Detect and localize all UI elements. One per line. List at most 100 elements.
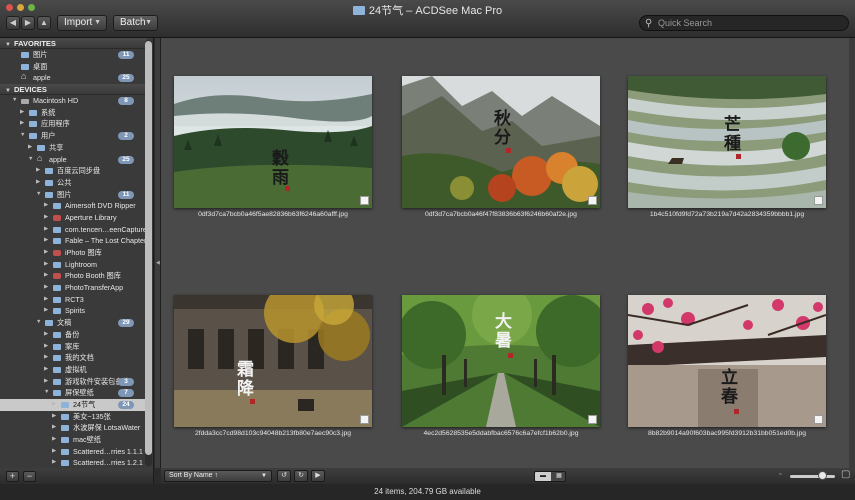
sidebar-item[interactable]: ▶ Lightroom [0,259,147,271]
checkbox-icon[interactable] [814,415,823,424]
disclosure-open-icon[interactable]: ▼ [28,154,33,166]
checkbox-icon[interactable] [588,415,597,424]
rotate-right-button[interactable]: ↻ [294,470,308,482]
disclosure-closed-icon[interactable]: ▶ [52,411,56,423]
disclosure-closed-icon[interactable]: ▶ [44,352,48,364]
checkbox-icon[interactable] [360,196,369,205]
disclosure-closed-icon[interactable]: ▶ [44,364,48,376]
zoom-slider[interactable] [790,475,835,478]
batch-button[interactable]: Batch ▼ [113,15,158,31]
sidebar-item[interactable]: ▶ PhotoTransferApp [0,282,147,294]
disclosure-closed-icon[interactable]: ▶ [44,294,48,306]
zoom-slider-knob[interactable] [818,471,828,480]
sidebar-item[interactable]: ▶ Scattered…rries 1.1.1 [0,446,147,458]
sidebar-item[interactable]: ▶ Aperture Library [0,212,147,224]
quick-search-input[interactable]: ⚲ Quick Search [639,15,849,31]
remove-button[interactable]: − [23,471,36,482]
sidebar-item[interactable]: ▼ 屏保壁纸 7 [0,387,147,399]
rotate-left-button[interactable]: ↺ [277,470,291,482]
favorites-section-header[interactable]: ▼ FAVORITES [0,38,147,49]
sidebar-item[interactable]: 图片 11 [0,49,147,61]
disclosure-closed-icon[interactable]: ▶ [52,446,56,458]
sidebar-item[interactable]: ▶ 共享 [0,142,147,154]
thumbnail-4[interactable]: 霜降 [174,295,372,427]
disclosure-closed-icon[interactable]: ▶ [44,200,48,212]
sidebar-item[interactable]: ▶ Photo Booth 图库 [0,270,147,282]
disclosure-closed-icon[interactable]: ▶ [44,329,48,341]
disclosure-open-icon[interactable]: ▼ [36,189,41,201]
sidebar-item[interactable]: ▶ 百度云同步盘 [0,165,147,177]
disclosure-closed-icon[interactable]: ▶ [44,235,48,247]
thumbnail-6[interactable]: 立春 [628,295,826,427]
sidebar-item[interactable]: 桌面 [0,61,147,73]
disclosure-closed-icon[interactable]: ▶ [44,376,48,388]
add-button[interactable]: + [6,471,19,482]
disclosure-closed-icon[interactable]: ▶ [44,270,48,282]
disclosure-closed-icon[interactable]: ▶ [44,247,48,259]
disclosure-closed-icon[interactable]: ▶ [44,224,48,236]
sidebar-item[interactable]: ▼ 图片 11 [0,189,147,201]
checkbox-icon[interactable] [360,415,369,424]
sidebar-item[interactable]: ▶ 虚拟机 [0,364,147,376]
sidebar-item[interactable]: ▶ mac壁纸 [0,434,147,446]
sidebar-scroll-thumb[interactable] [145,41,152,455]
sidebar-item[interactable]: ▼ 用户 2 [0,130,147,142]
forward-button[interactable]: ▶ [21,16,35,30]
sidebar-item[interactable]: ▶ 系统 [0,107,147,119]
disclosure-closed-icon[interactable]: ▶ [52,422,56,434]
sidebar-item[interactable]: ▶ 公共 [0,177,147,189]
list-view-icon[interactable]: ▬ [535,472,551,481]
disclosure-closed-icon[interactable]: ▶ [44,282,48,294]
sidebar-item[interactable]: apple 25 [0,72,147,84]
sidebar-item[interactable]: ▶ 美女~135张 [0,411,147,423]
sidebar-item[interactable]: ▶ 游戏软件安装包备份 3 [0,376,147,388]
sidebar-item[interactable]: ▼ Macintosh HD 8 [0,95,147,107]
checkbox-icon[interactable] [588,196,597,205]
thumbnail-1[interactable]: 穀雨 [174,76,372,208]
disclosure-closed-icon[interactable]: ▶ [36,165,40,177]
sidebar-item[interactable]: ▶ RCT3 [0,294,147,306]
disclosure-closed-icon[interactable]: ▶ [44,341,48,353]
disclosure-closed-icon[interactable]: ▶ [44,212,48,224]
disclosure-triangle-icon[interactable]: ▼ [5,88,11,94]
disclosure-triangle-icon[interactable]: ▼ [5,42,11,48]
grid-scrollbar[interactable] [849,38,855,468]
disclosure-open-icon[interactable]: ▼ [12,95,17,107]
checkbox-icon[interactable] [814,196,823,205]
thumbnail-2[interactable]: 秋分 [402,76,600,208]
disclosure-closed-icon[interactable]: ▶ [52,399,56,411]
sidebar-item[interactable]: ▶ 24节气 24 [0,398,147,411]
disclosure-closed-icon[interactable]: ▶ [52,457,56,468]
disclosure-closed-icon[interactable]: ▶ [28,142,32,154]
sidebar-item[interactable]: ▶ 我的文档 [0,352,147,364]
sidebar-item[interactable]: ▶ Fable – The Lost Chapters [0,235,147,247]
disclosure-closed-icon[interactable]: ▶ [20,118,24,130]
sidebar-item[interactable]: ▶ Spirits [0,305,147,317]
disclosure-closed-icon[interactable]: ▶ [44,259,48,271]
sidebar-item[interactable]: ▶ com.tencen…eenCapture [0,224,147,236]
sidebar-item[interactable]: ▶ 案库 [0,341,147,353]
sidebar-item[interactable]: ▶ Scattered…rries 1.2.1 [0,457,147,468]
sidebar-item[interactable]: ▶ Aimersoft DVD Ripper [0,200,147,212]
grid-view-icon[interactable]: ▦ [551,472,565,481]
sort-select[interactable]: Sort By Name ↑ ▼ [164,470,272,482]
thumbnail-3[interactable]: 芒種 [628,76,826,208]
disclosure-open-icon[interactable]: ▼ [36,317,41,329]
slideshow-button[interactable]: ▶ [311,470,325,482]
import-button[interactable]: Import ▼ [57,15,107,31]
disclosure-closed-icon[interactable]: ▶ [36,177,40,189]
sidebar-item[interactable]: ▶ 备份 [0,329,147,341]
sidebar-item[interactable]: ▼ apple 25 [0,154,147,166]
disclosure-open-icon[interactable]: ▼ [44,387,49,399]
sidebar-item[interactable]: ▼ 文稿 29 [0,317,147,329]
up-folder-button[interactable]: ▲ [37,16,51,30]
disclosure-closed-icon[interactable]: ▶ [20,107,24,119]
disclosure-open-icon[interactable]: ▼ [20,130,25,142]
sidebar-item[interactable]: ▶ 应用程序 [0,118,147,130]
back-button[interactable]: ◀ [6,16,20,30]
devices-section-header[interactable]: ▼ DEVICES [0,84,147,96]
sidebar-item[interactable]: ▶ iPhoto 图库 [0,247,147,259]
thumbnail-5[interactable]: 大暑 [402,295,600,427]
sidebar-item[interactable]: ▶ 水波屏保 LotsaWater [0,422,147,434]
disclosure-closed-icon[interactable]: ▶ [44,305,48,317]
